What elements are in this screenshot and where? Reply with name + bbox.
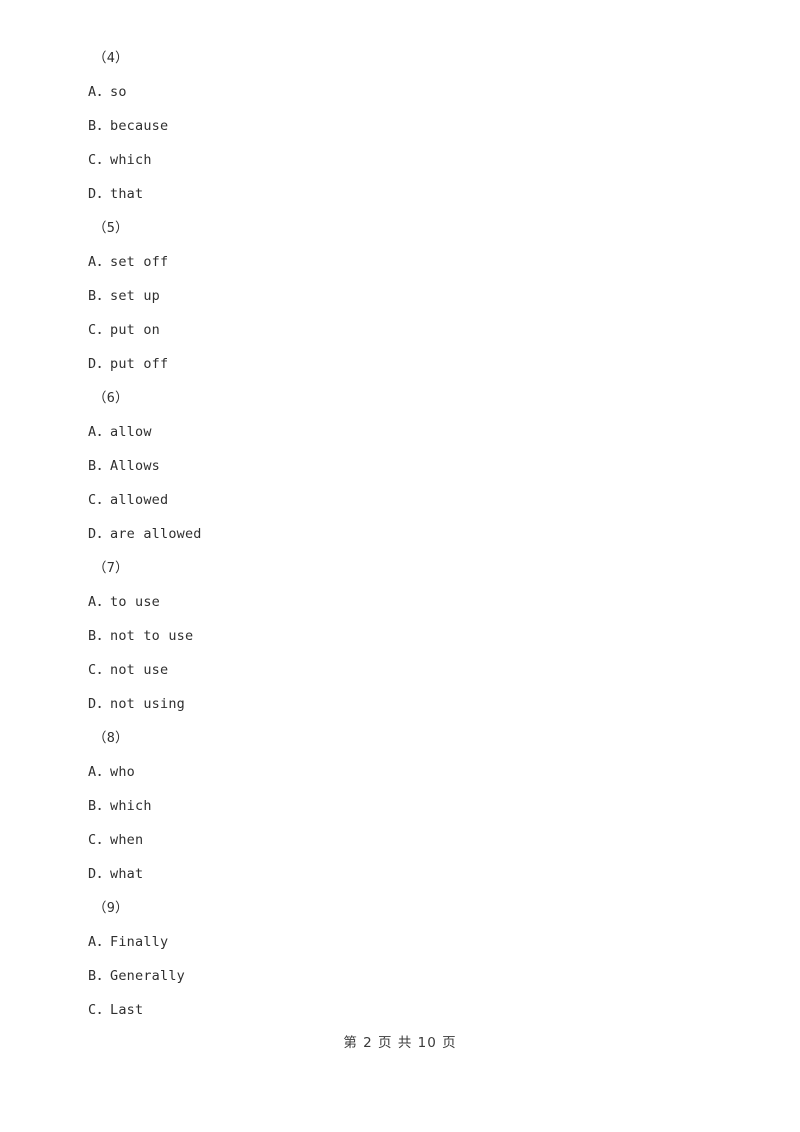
question-option[interactable]: A．Finally — [0, 925, 800, 959]
question-option[interactable]: C．which — [0, 143, 800, 177]
page-footer: 第 2 页 共 10 页 — [343, 1035, 457, 1051]
question-option[interactable]: A．to use — [0, 585, 800, 619]
question-option[interactable]: B．which — [0, 789, 800, 823]
question-group: （8） A．who B．which C．when D．what — [0, 721, 800, 891]
question-option[interactable]: B．set up — [0, 279, 800, 313]
question-option[interactable]: B．Allows — [0, 449, 800, 483]
question-option[interactable]: A．set off — [0, 245, 800, 279]
question-option[interactable]: D．are allowed — [0, 517, 800, 551]
question-group: （6） A．allow B．Allows C．allowed D．are all… — [0, 381, 800, 551]
question-option[interactable]: B．not to use — [0, 619, 800, 653]
question-option[interactable]: D．what — [0, 857, 800, 891]
question-group: （4） A．so B．because C．which D．that — [0, 41, 800, 211]
question-option[interactable]: D．that — [0, 177, 800, 211]
question-option[interactable]: C．put on — [0, 313, 800, 347]
question-number: （4） — [93, 50, 129, 66]
question-option[interactable]: C．not use — [0, 653, 800, 687]
question-number: （5） — [93, 220, 129, 236]
question-number: （9） — [93, 900, 129, 916]
question-option[interactable]: C．allowed — [0, 483, 800, 517]
question-option[interactable]: B．Generally — [0, 959, 800, 993]
question-group: （5） A．set off B．set up C．put on D．put of… — [0, 211, 800, 381]
question-option[interactable]: D．put off — [0, 347, 800, 381]
question-option[interactable]: B．because — [0, 109, 800, 143]
question-option[interactable]: C．when — [0, 823, 800, 857]
question-option[interactable]: C．Last — [0, 993, 800, 1027]
question-group: （7） A．to use B．not to use C．not use D．no… — [0, 551, 800, 721]
question-number: （7） — [93, 560, 129, 576]
question-option[interactable]: A．so — [0, 75, 800, 109]
question-option[interactable]: D．not using — [0, 687, 800, 721]
question-number: （6） — [93, 390, 129, 406]
question-list: （4） A．so B．because C．which D．that （5） A．… — [0, 41, 800, 1027]
question-option[interactable]: A．who — [0, 755, 800, 789]
question-number: （8） — [93, 730, 129, 746]
question-option[interactable]: A．allow — [0, 415, 800, 449]
document-page: （4） A．so B．because C．which D．that （5） A．… — [0, 0, 800, 1132]
question-group: （9） A．Finally B．Generally C．Last — [0, 891, 800, 1027]
